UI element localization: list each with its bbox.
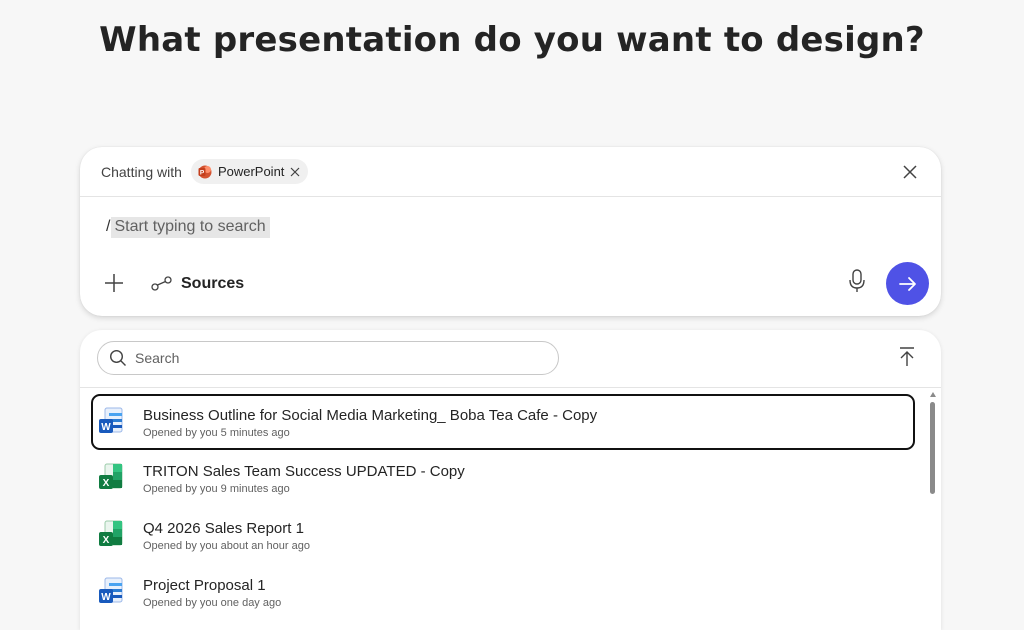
powerpoint-logo-icon: P [198, 165, 212, 178]
excel-sheet-icon: X [99, 520, 123, 546]
file-meta: Opened by you 5 minutes ago [143, 427, 290, 439]
file-meta: Opened by you one day ago [143, 597, 282, 609]
file-meta: Opened by you about an hour ago [143, 540, 310, 552]
file-meta: Opened by you 9 minutes ago [143, 483, 290, 495]
files-panel-header [80, 330, 941, 388]
excel-sheet-icon: X [99, 463, 123, 489]
file-title: Q4 2026 Sales Report 1 [143, 520, 304, 537]
file-title: Business Outline for Social Media Market… [143, 407, 598, 424]
input-placeholder: Start typing to search [111, 216, 270, 238]
send-button[interactable] [886, 262, 929, 305]
chip-label: PowerPoint [217, 164, 285, 179]
sources-button[interactable]: Sources [151, 272, 244, 296]
page-title: What presentation do you want to design? [99, 20, 925, 60]
word-doc-icon: W [99, 407, 123, 433]
arrow-right-icon [898, 276, 916, 291]
svg-text:X: X [103, 478, 110, 489]
slash-command: / [106, 218, 111, 235]
search-icon [109, 349, 126, 366]
scrollbar[interactable] [929, 390, 937, 630]
remove-chip-icon[interactable] [290, 167, 300, 177]
list-item[interactable]: W Business Outline for Social Media Mark… [91, 394, 915, 450]
svg-text:W: W [101, 592, 111, 603]
file-title: TRITON Sales Team Success UPDATED - Copy [143, 463, 465, 480]
list-item[interactable]: W Project Proposal 1 Opened by you one d… [91, 564, 915, 621]
svg-text:X: X [103, 535, 110, 546]
chat-input[interactable]: / Start typing to search [106, 216, 270, 238]
svg-text:P: P [200, 169, 205, 176]
composer-toolbar: Sources [80, 256, 941, 316]
sources-icon [151, 276, 172, 291]
scrollbar-thumb[interactable] [930, 402, 935, 494]
upload-icon[interactable] [897, 346, 917, 368]
file-title: Project Proposal 1 [143, 577, 266, 594]
add-icon[interactable] [103, 272, 125, 294]
files-panel: W Business Outline for Social Media Mark… [80, 330, 941, 630]
list-item[interactable]: X Q4 2026 Sales Report 1 Opened by you a… [91, 507, 915, 564]
search-input[interactable] [135, 350, 535, 366]
file-list: W Business Outline for Social Media Mark… [80, 388, 920, 621]
powerpoint-chip[interactable]: P PowerPoint [190, 159, 309, 184]
scroll-up-arrow-icon[interactable] [930, 392, 936, 397]
sources-label: Sources [181, 275, 245, 292]
search-box[interactable] [97, 341, 559, 375]
composer-header: Chatting with P PowerPoint [80, 147, 941, 197]
close-icon[interactable] [901, 163, 919, 181]
svg-text:W: W [101, 422, 111, 433]
chatting-with-label: Chatting with [101, 163, 182, 180]
word-doc-icon: W [99, 577, 123, 603]
microphone-icon[interactable] [847, 268, 867, 294]
list-item[interactable]: X TRITON Sales Team Success UPDATED - Co… [91, 450, 915, 507]
